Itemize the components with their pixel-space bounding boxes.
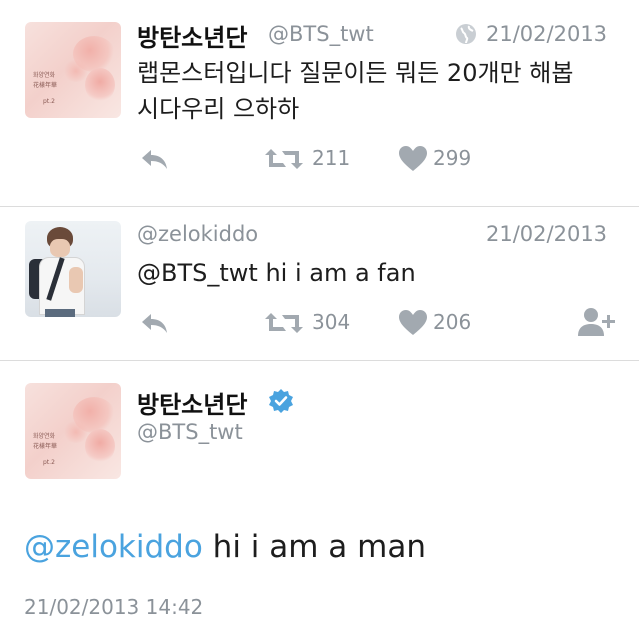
- reply-icon[interactable]: [139, 146, 171, 172]
- heart-icon[interactable]: [398, 309, 428, 337]
- author-handle[interactable]: @BTS_twt: [268, 22, 374, 46]
- cover-text-3: pt.2: [43, 98, 55, 105]
- cover-text-1: 화양연화: [33, 72, 56, 79]
- like-count: 299: [433, 146, 472, 170]
- verified-badge-icon: [269, 389, 293, 413]
- retweet-icon[interactable]: [264, 311, 304, 335]
- tweet-date: 21/02/2013: [486, 222, 608, 246]
- globe-icon: [456, 24, 476, 44]
- tweet-text: @BTS_twt hi i am a fan: [137, 259, 416, 287]
- tweet-date: 21/02/2013: [486, 22, 608, 46]
- tweet-text-body: hi i am a man: [202, 529, 426, 565]
- cover-text-1: 화양연화: [33, 433, 56, 440]
- tweet-timestamp: 21/02/2013 14:42: [24, 595, 204, 619]
- tweet-text: @zelokiddo hi i am a man: [24, 529, 426, 565]
- author-handle[interactable]: @zelokiddo: [137, 222, 258, 246]
- cover-text-3: pt.2: [43, 459, 55, 466]
- author-handle[interactable]: @BTS_twt: [137, 420, 243, 444]
- retweet-icon[interactable]: [264, 147, 304, 171]
- avatar-bts[interactable]: 화양연화 花樣年華 pt.2: [25, 383, 121, 479]
- avatar-bts[interactable]: 화양연화 花樣年華 pt.2: [25, 22, 121, 118]
- cover-text-2: 花樣年華: [33, 82, 58, 89]
- like-count: 206: [433, 310, 472, 334]
- heart-icon[interactable]: [398, 145, 428, 173]
- tweet-text: 랩몬스터입니다 질문이든 뭐든 20개만 해봅 시다우리 으하하: [137, 55, 617, 127]
- reply-icon[interactable]: [139, 310, 171, 336]
- divider-1: [0, 206, 639, 207]
- retweet-count: 211: [312, 146, 351, 170]
- cover-text-2: 花樣年華: [33, 443, 58, 450]
- mention-link[interactable]: @zelokiddo: [24, 529, 203, 565]
- avatar-zelokiddo[interactable]: [25, 221, 121, 317]
- tweet-text-line-1: 랩몬스터입니다 질문이든 뭐든 20개만 해봅: [137, 59, 574, 87]
- retweet-count: 304: [312, 310, 351, 334]
- author-name[interactable]: 방탄소년단: [137, 385, 247, 420]
- divider-2: [0, 360, 639, 361]
- tweet-text-line-2: 시다우리 으하하: [137, 95, 300, 123]
- author-name[interactable]: 방탄소년단: [137, 18, 247, 53]
- follow-icon[interactable]: [577, 306, 617, 338]
